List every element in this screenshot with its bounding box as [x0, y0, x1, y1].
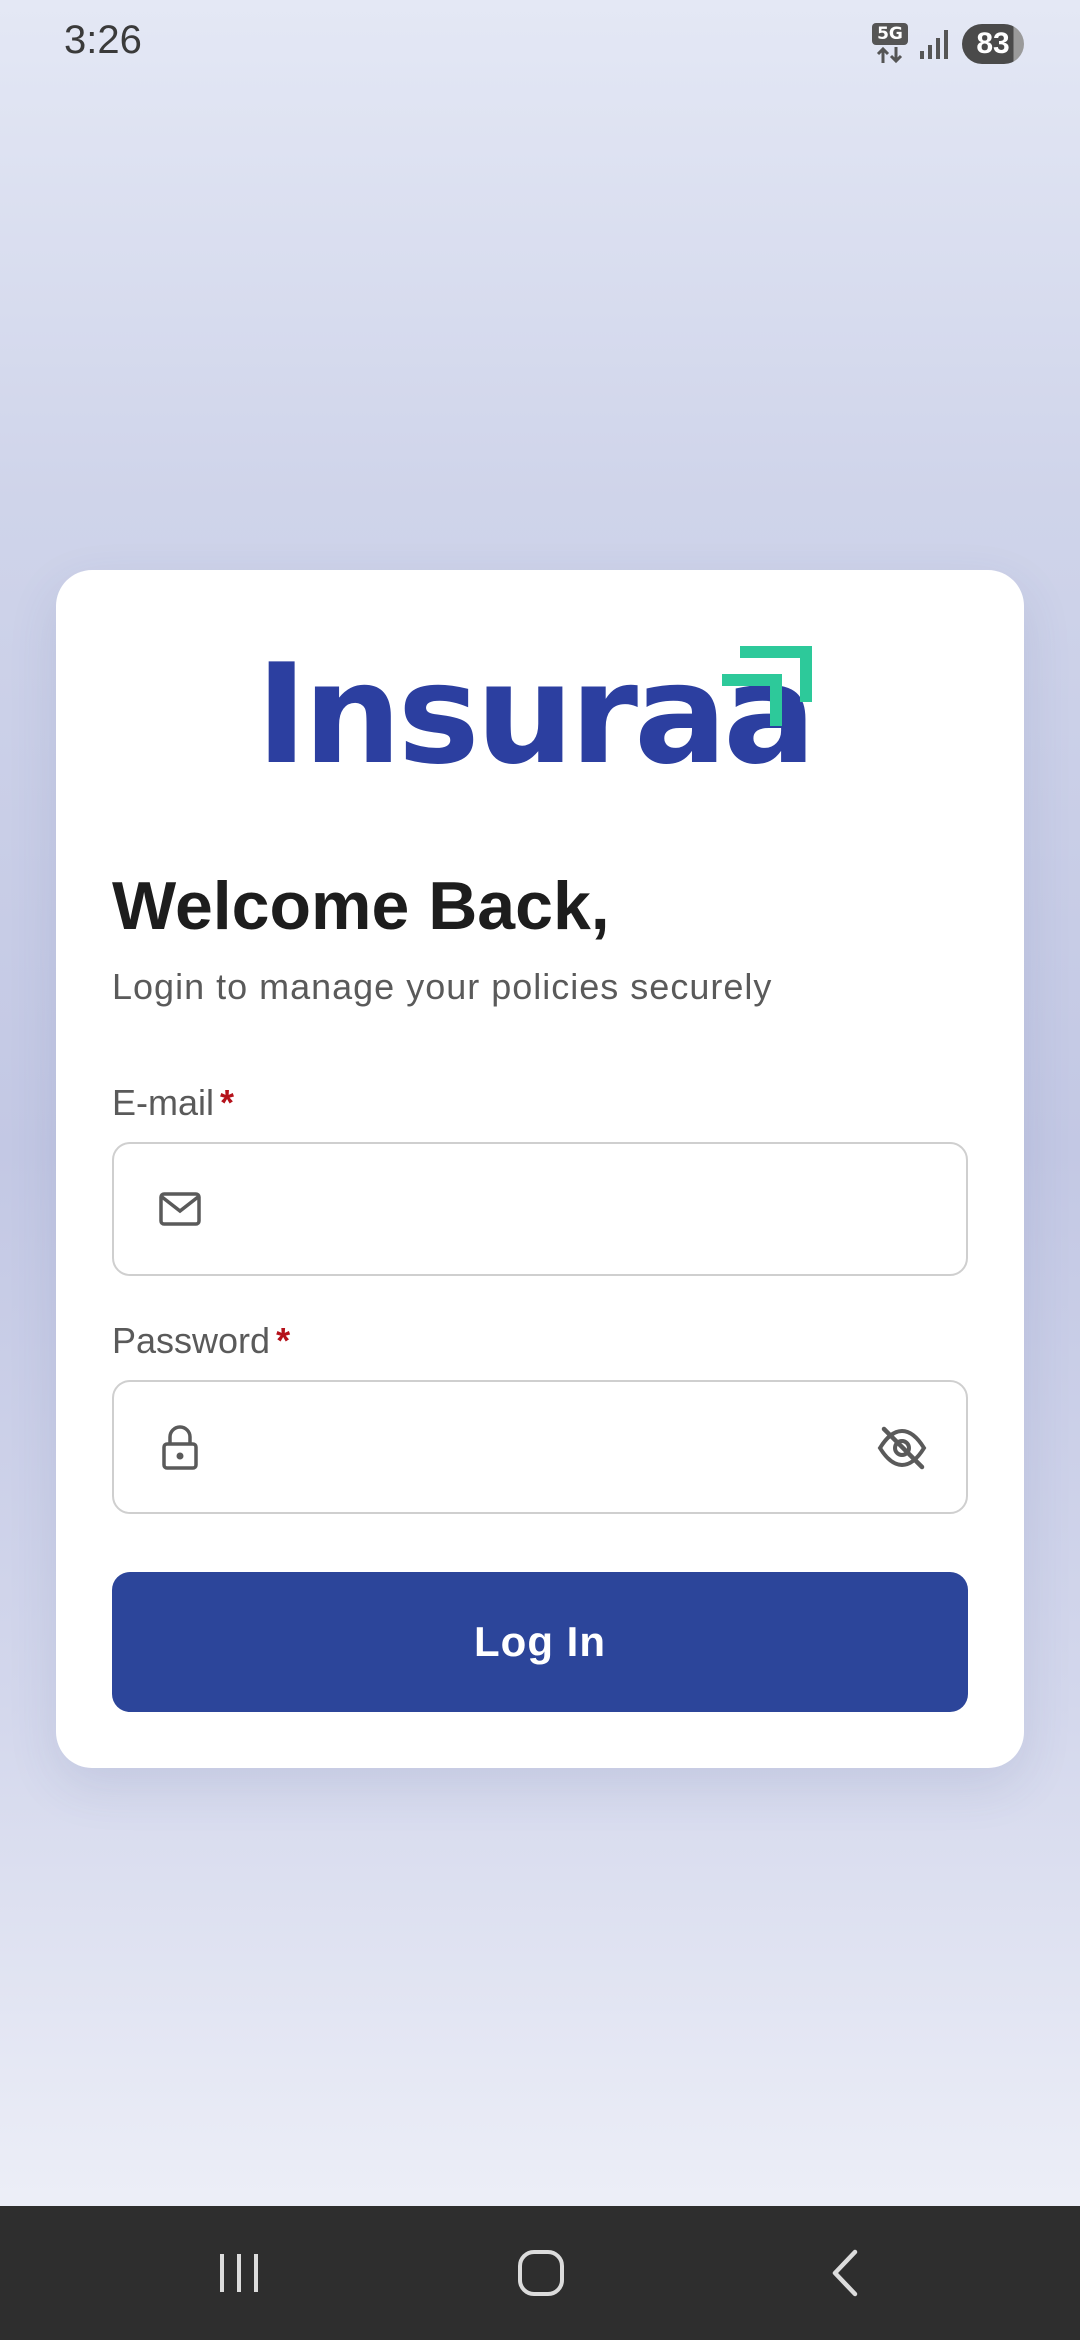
welcome-title: Welcome Back, — [112, 868, 610, 944]
email-input[interactable] — [224, 1144, 828, 1276]
back-icon — [832, 2249, 858, 2297]
welcome-subtitle: Login to manage your policies securely — [112, 966, 773, 1007]
recent-apps-icon — [220, 2254, 258, 2292]
double-arrow-up-right-icon — [722, 646, 812, 726]
eye-off-icon[interactable] — [876, 1425, 928, 1471]
email-label: E-mail * — [112, 1082, 234, 1124]
status-bar: 3:26 5G 83 — [0, 0, 1080, 86]
signal-icon — [920, 30, 948, 59]
navigation-bar — [0, 2206, 1080, 2340]
mail-icon — [159, 1192, 201, 1226]
network-5g-icon: 5G — [872, 23, 908, 65]
required-asterisk: * — [276, 1320, 291, 1361]
battery-icon: 83 — [962, 24, 1024, 64]
home-icon — [518, 2250, 564, 2296]
login-button[interactable]: Log In — [112, 1572, 968, 1712]
email-field[interactable] — [112, 1142, 968, 1276]
recent-apps-button[interactable] — [194, 2236, 284, 2310]
back-button[interactable] — [800, 2236, 890, 2310]
password-label-text: Password — [112, 1320, 271, 1361]
status-icons: 5G 83 — [872, 20, 1024, 68]
password-label: Password * — [112, 1320, 290, 1362]
required-asterisk: * — [220, 1082, 235, 1123]
password-field[interactable] — [112, 1380, 968, 1514]
login-card: Insuraa Welcome Back, Login to manage yo… — [56, 570, 1024, 1768]
home-button[interactable] — [496, 2236, 586, 2310]
email-label-text: E-mail — [112, 1082, 215, 1123]
lock-icon — [162, 1425, 198, 1470]
insuraa-logo: Insuraa — [256, 640, 826, 790]
password-input[interactable] — [224, 1382, 828, 1514]
status-time: 3:26 — [64, 18, 142, 62]
